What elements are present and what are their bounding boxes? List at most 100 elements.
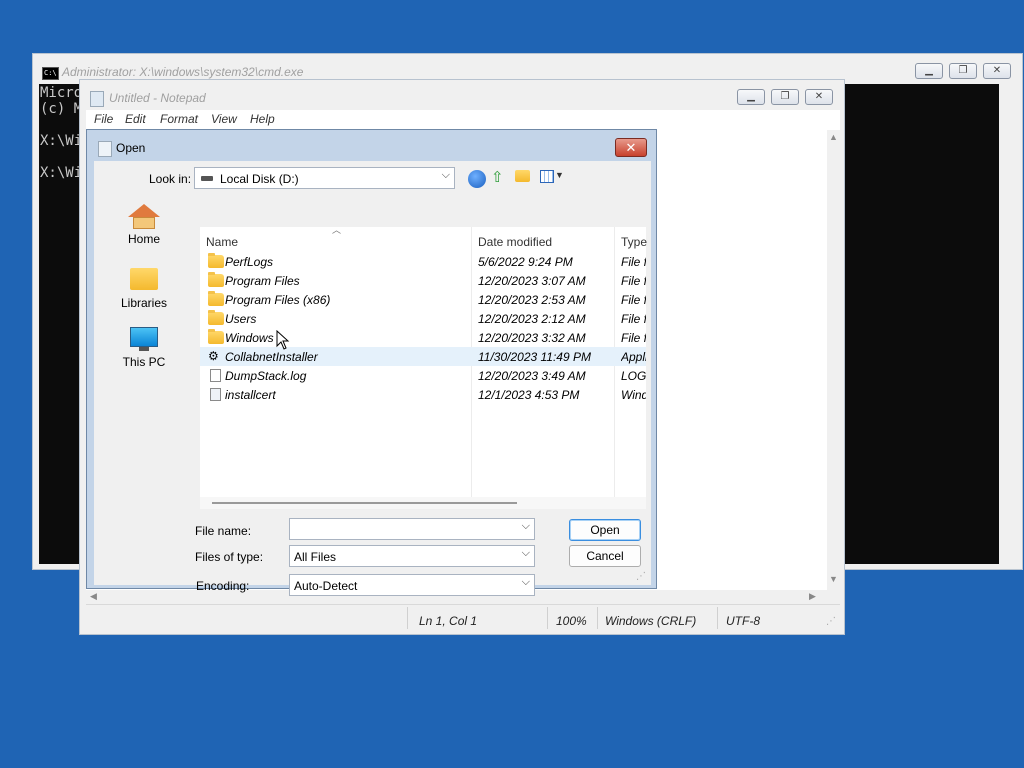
status-separator [407, 607, 408, 629]
column-header-date[interactable]: Date modified [478, 235, 552, 249]
file-row[interactable]: Windows 12/20/2023 3:32 AM File fo [200, 328, 646, 347]
menu-bar [86, 110, 840, 130]
file-date: 12/20/2023 3:07 AM [478, 274, 586, 288]
back-icon[interactable] [468, 170, 486, 188]
chevron-down-icon[interactable]: ▼ [555, 170, 564, 180]
place-libraries[interactable]: Libraries [99, 268, 189, 310]
file-date: 12/20/2023 3:49 AM [478, 369, 586, 383]
home-icon-base [133, 217, 155, 229]
status-separator [597, 607, 598, 629]
file-type: LOG f [621, 369, 646, 383]
file-name: CollabnetInstaller [225, 350, 318, 364]
menu-file[interactable]: File [94, 112, 113, 126]
console-icon: C:\ [42, 67, 59, 80]
column-header-type[interactable]: Type [621, 235, 647, 249]
status-bar: Ln 1, Col 1 100% Windows (CRLF) UTF-8 ⋰ [86, 604, 840, 631]
file-type: File fo [621, 331, 646, 345]
menu-view[interactable]: View [211, 112, 237, 126]
file-date: 12/20/2023 2:12 AM [478, 312, 586, 326]
drive-icon [201, 176, 213, 181]
open-button[interactable]: Open [569, 519, 641, 541]
file-row[interactable]: installcert 12/1/2023 4:53 PM Wind [200, 385, 646, 404]
chevron-down-icon: ⌵ [441, 169, 450, 181]
place-this-pc[interactable]: This PC [99, 327, 189, 369]
monitor-stand [139, 347, 149, 351]
scroll-left-icon[interactable]: ◀ [90, 591, 97, 602]
new-folder-icon[interactable] [515, 170, 530, 182]
encoding-dropdown[interactable]: Auto-Detect ⌵ [289, 574, 535, 596]
look-in-label: Look in: [149, 172, 192, 186]
scroll-down-icon[interactable]: ▼ [829, 574, 838, 584]
scroll-up-icon[interactable]: ▲ [829, 132, 838, 142]
place-home[interactable]: Home [99, 204, 189, 246]
dialog-close-button[interactable]: ✕ [615, 138, 647, 157]
restore-icon: ❐ [958, 65, 968, 76]
file-name: Windows [225, 331, 274, 345]
folder-icon [208, 253, 224, 268]
scroll-thumb[interactable] [212, 502, 517, 504]
status-encoding: UTF-8 [726, 614, 760, 628]
cancel-button[interactable]: Cancel [569, 545, 641, 567]
file-list-scrollbar[interactable] [200, 497, 646, 509]
file-name: Program Files (x86) [225, 293, 331, 307]
file-type: File fo [621, 274, 646, 288]
file-row[interactable]: Users 12/20/2023 2:12 AM File fo [200, 309, 646, 328]
dialog-title: Open [116, 141, 146, 155]
menu-help[interactable]: Help [250, 112, 275, 126]
notepad-minimize-button[interactable]: ▁ [737, 89, 765, 105]
chevron-down-icon[interactable]: ⌵ [522, 520, 530, 533]
file-name: installcert [225, 388, 276, 402]
console-icon-label: C:\ [44, 69, 57, 77]
file-name: Program Files [225, 274, 300, 288]
close-icon: ✕ [625, 140, 637, 155]
close-icon: ✕ [992, 65, 1002, 76]
resize-grip-icon[interactable]: ⋰ [826, 616, 836, 627]
file-row[interactable]: Program Files 12/20/2023 3:07 AM File fo [200, 271, 646, 290]
application-icon: ⚙ [208, 349, 219, 363]
file-date: 12/20/2023 3:32 AM [478, 331, 586, 345]
resize-grip-icon[interactable]: ⋰ [636, 571, 646, 582]
file-list[interactable]: ︿ Name Date modified Type PerfLogs 5/6/2… [200, 225, 647, 497]
file-date: 12/20/2023 2:53 AM [478, 293, 586, 307]
dialog-body: Look in: Local Disk (D:) ⌵ ⇧ ▼ Home Libr… [94, 161, 651, 596]
file-name: Users [225, 312, 257, 326]
column-header-name[interactable]: Name [206, 235, 238, 249]
file-name-label: File name: [195, 524, 252, 538]
notepad-maximize-button[interactable]: ❐ [771, 89, 799, 105]
cmd-close-button[interactable]: ✕ [983, 63, 1011, 79]
look-in-dropdown[interactable]: Local Disk (D:) ⌵ [194, 167, 455, 189]
view-menu-icon[interactable] [540, 170, 554, 183]
cmd-minimize-button[interactable]: ▁ [915, 63, 943, 79]
file-row[interactable]: ⚙ CollabnetInstaller 11/30/2023 11:49 PM… [200, 347, 646, 366]
menu-format[interactable]: Format [160, 112, 198, 126]
restore-icon: ❐ [780, 91, 790, 102]
dialog-icon [98, 141, 112, 157]
sort-ascending-icon: ︿ [332, 225, 342, 235]
folder-icon [208, 272, 224, 287]
cmd-maximize-button[interactable]: ❐ [949, 63, 977, 79]
notepad-close-button[interactable]: ✕ [805, 89, 833, 105]
console-scrollbar[interactable] [1000, 84, 1017, 564]
file-name-input[interactable]: ⌵ [289, 518, 535, 540]
file-type: File fo [621, 312, 646, 326]
minimize-icon: ▁ [925, 65, 933, 76]
up-folder-icon[interactable]: ⇧ [491, 168, 504, 186]
file-type: Appli [621, 350, 646, 364]
document-icon [210, 369, 221, 382]
minimize-icon: ▁ [747, 91, 755, 102]
file-row[interactable]: DumpStack.log 12/20/2023 3:49 AM LOG f [200, 366, 646, 385]
menu-edit[interactable]: Edit [125, 112, 146, 126]
file-date: 12/1/2023 4:53 PM [478, 388, 580, 402]
folder-icon [208, 291, 224, 306]
console-line: (c) M [40, 101, 83, 117]
files-of-type-dropdown[interactable]: All Files ⌵ [289, 545, 535, 567]
file-row[interactable]: PerfLogs 5/6/2022 9:24 PM File fo [200, 252, 646, 271]
scroll-right-icon[interactable]: ▶ [809, 591, 816, 602]
place-home-label: Home [127, 232, 160, 246]
file-date: 11/30/2023 11:49 PM [478, 350, 591, 364]
vertical-scrollbar[interactable]: ▲ ▼ [827, 130, 840, 590]
file-row[interactable]: Program Files (x86) 12/20/2023 2:53 AM F… [200, 290, 646, 309]
files-of-type-value: All Files [294, 550, 337, 564]
status-zoom: 100% [556, 614, 587, 628]
files-of-type-label: Files of type: [195, 550, 264, 564]
